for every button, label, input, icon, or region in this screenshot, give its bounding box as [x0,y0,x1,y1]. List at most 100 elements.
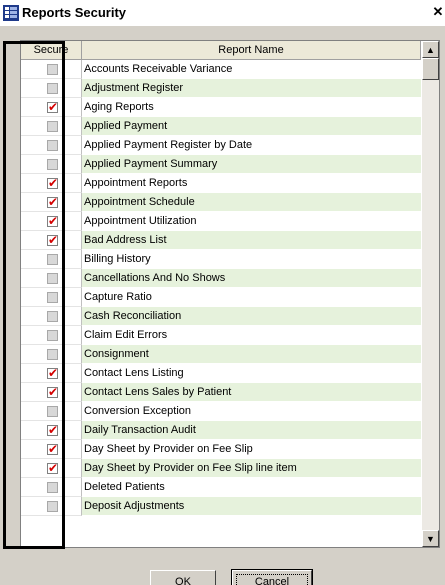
secure-checkbox[interactable] [47,461,58,475]
table-row[interactable]: Appointment Reports [21,174,421,193]
report-name-cell: Billing History [82,250,421,269]
table-row[interactable]: Cash Reconciliation [21,307,421,326]
secure-checkbox[interactable] [47,423,58,437]
secure-cell [21,497,82,516]
table-row[interactable]: Adjustment Register [21,79,421,98]
table-row[interactable]: Cancellations And No Shows [21,269,421,288]
secure-cell [21,117,82,136]
table-row[interactable]: Claim Edit Errors [21,326,421,345]
table-row[interactable]: Accounts Receivable Variance [21,60,421,79]
scroll-down-icon[interactable]: ▼ [422,530,439,547]
table-row[interactable]: Consignment [21,345,421,364]
table-row[interactable]: Daily Transaction Audit [21,421,421,440]
column-header-report-name[interactable]: Report Name [82,41,421,60]
report-name-cell: Daily Transaction Audit [82,421,421,440]
secure-checkbox[interactable] [47,501,58,512]
report-name-cell: Contact Lens Listing [82,364,421,383]
secure-checkbox[interactable] [47,121,58,132]
table-row[interactable]: Contact Lens Listing [21,364,421,383]
secure-checkbox[interactable] [47,311,58,322]
secure-checkbox[interactable] [47,330,58,341]
window-title: Reports Security [22,5,127,20]
secure-cell [21,288,82,307]
report-name-cell: Claim Edit Errors [82,326,421,345]
reports-grid: Secure Report Name Accounts Receivable V… [20,40,440,548]
secure-cell [21,60,82,79]
secure-checkbox[interactable] [47,349,58,360]
secure-checkbox[interactable] [47,214,58,228]
secure-cell [21,402,82,421]
table-row[interactable]: Deposit Adjustments [21,497,421,516]
report-name-cell: Bad Address List [82,231,421,250]
secure-checkbox[interactable] [47,159,58,170]
report-name-cell: Day Sheet by Provider on Fee Slip line i… [82,459,421,478]
secure-cell [21,440,82,459]
secure-cell [21,326,82,345]
close-icon[interactable]: ✕ [431,4,445,20]
table-row[interactable]: Day Sheet by Provider on Fee Slip line i… [21,459,421,478]
report-name-cell: Deleted Patients [82,478,421,497]
reports-app-icon [3,5,19,21]
report-name-cell: Cash Reconciliation [82,307,421,326]
secure-cell [21,79,82,98]
secure-checkbox[interactable] [47,64,58,75]
report-name-cell: Conversion Exception [82,402,421,421]
secure-checkbox[interactable] [47,366,58,380]
secure-cell [21,459,82,478]
secure-checkbox[interactable] [47,385,58,399]
secure-checkbox[interactable] [47,176,58,190]
secure-cell [21,421,82,440]
report-name-cell: Applied Payment [82,117,421,136]
secure-checkbox[interactable] [47,233,58,247]
report-name-cell: Deposit Adjustments [82,497,421,516]
table-row[interactable]: Appointment Utilization [21,212,421,231]
report-name-cell: Day Sheet by Provider on Fee Slip [82,440,421,459]
table-row[interactable]: Conversion Exception [21,402,421,421]
secure-cell [21,174,82,193]
secure-checkbox[interactable] [47,140,58,151]
ok-button[interactable]: OK [150,570,216,585]
secure-cell [21,364,82,383]
report-name-cell: Contact Lens Sales by Patient [82,383,421,402]
table-row[interactable]: Aging Reports [21,98,421,117]
scroll-up-icon[interactable]: ▲ [422,41,439,58]
secure-checkbox[interactable] [47,442,58,456]
table-row[interactable]: Capture Ratio [21,288,421,307]
secure-checkbox[interactable] [47,482,58,493]
report-name-cell: Adjustment Register [82,79,421,98]
scroll-thumb[interactable] [422,58,439,80]
table-row[interactable]: Deleted Patients [21,478,421,497]
table-row[interactable]: Billing History [21,250,421,269]
report-name-cell: Applied Payment Register by Date [82,136,421,155]
secure-checkbox[interactable] [47,292,58,303]
secure-checkbox[interactable] [47,254,58,265]
secure-checkbox[interactable] [47,406,58,417]
secure-checkbox[interactable] [47,83,58,94]
dialog-body: Secure Report Name Accounts Receivable V… [0,26,445,585]
secure-cell [21,478,82,497]
column-header-secure[interactable]: Secure [21,41,82,60]
grid-header: Secure Report Name [21,41,421,60]
secure-cell [21,136,82,155]
secure-cell [21,345,82,364]
secure-checkbox[interactable] [47,100,58,114]
secure-checkbox[interactable] [47,273,58,284]
secure-cell [21,98,82,117]
title-bar: Reports Security ✕ [0,0,445,26]
report-name-cell: Consignment [82,345,421,364]
table-row[interactable]: Bad Address List [21,231,421,250]
table-row[interactable]: Day Sheet by Provider on Fee Slip [21,440,421,459]
secure-cell [21,250,82,269]
cancel-button[interactable]: Cancel [232,570,312,585]
table-row[interactable]: Applied Payment Summary [21,155,421,174]
secure-cell [21,231,82,250]
table-row[interactable]: Contact Lens Sales by Patient [21,383,421,402]
report-name-cell: Appointment Schedule [82,193,421,212]
secure-cell [21,193,82,212]
secure-checkbox[interactable] [47,195,58,209]
table-row[interactable]: Applied Payment [21,117,421,136]
vertical-scrollbar[interactable]: ▲ ▼ [422,41,439,547]
table-row[interactable]: Applied Payment Register by Date [21,136,421,155]
table-row[interactable]: Appointment Schedule [21,193,421,212]
report-name-cell: Aging Reports [82,98,421,117]
